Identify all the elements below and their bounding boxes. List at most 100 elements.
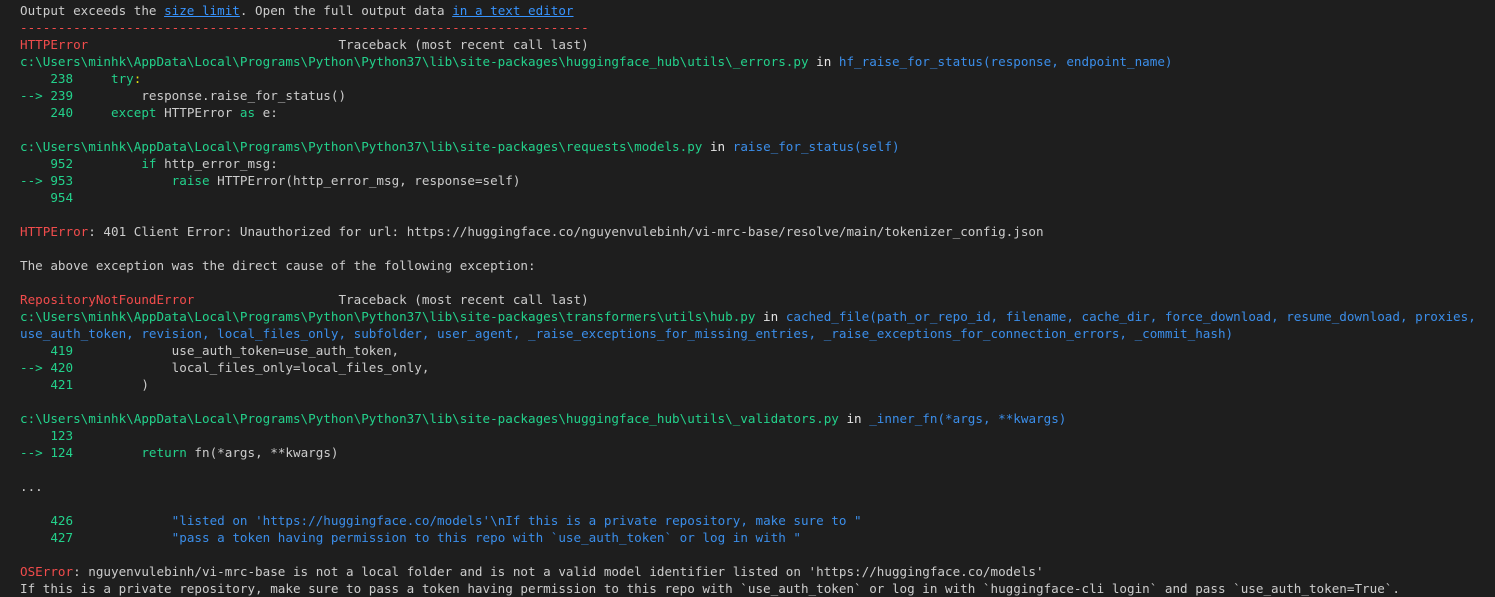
file-path: c:\Users\minhk\AppData\Local\Programs\Py… <box>20 139 703 154</box>
function-signature-continued: use_auth_token, revision, local_files_on… <box>20 326 1234 341</box>
code-line: 421 ) <box>20 376 1495 393</box>
code <box>73 71 111 86</box>
arrow <box>20 513 50 528</box>
line-number: 419 <box>50 343 74 358</box>
code-line-current: --> 420 local_files_only=local_files_onl… <box>20 359 1495 376</box>
code <box>73 445 141 460</box>
code: http_error_msg: <box>156 156 278 171</box>
size-limit-link[interactable]: size limit <box>164 3 240 18</box>
frame-location: c:\Users\minhk\AppData\Local\Programs\Py… <box>20 410 1495 427</box>
code: e: <box>255 105 278 120</box>
keyword: except <box>111 105 157 120</box>
code-line: 123 <box>20 427 1495 444</box>
code-line-current: --> 124 return fn(*args, **kwargs) <box>20 444 1495 461</box>
arrow <box>20 530 50 545</box>
line-number: 240 <box>50 105 74 120</box>
code: use_auth_token=use_auth_token, <box>73 343 400 358</box>
arrow <box>20 156 50 171</box>
arrow: --> <box>20 173 51 188</box>
error-name: RepositoryNotFoundError <box>20 292 195 307</box>
code <box>73 105 111 120</box>
line-number: 427 <box>50 530 74 545</box>
code-line: 427 "pass a token having permission to t… <box>20 529 1495 546</box>
open-in-editor-link[interactable]: in a text editor <box>452 3 573 18</box>
line-number: 123 <box>50 428 74 443</box>
code-line-current: --> 239 response.raise_for_status() <box>20 87 1495 104</box>
frame-location: c:\Users\minhk\AppData\Local\Programs\Py… <box>20 138 1495 155</box>
arrow <box>20 71 50 86</box>
traceback-header: RepositoryNotFoundError Traceback (most … <box>20 291 1495 308</box>
file-path: c:\Users\minhk\AppData\Local\Programs\Py… <box>20 411 839 426</box>
string-literal: "pass a token having permission to this … <box>73 530 801 545</box>
exception-message: OSError: nguyenvulebinh/vi-mrc-base is n… <box>20 563 1495 580</box>
function-signature: _inner_fn(*args, **kwargs) <box>869 411 1067 426</box>
code-line: 426 "listed on 'https://huggingface.co/m… <box>20 512 1495 529</box>
keyword: try <box>111 71 134 86</box>
in-text: in <box>702 139 733 154</box>
ellipsis: ... <box>20 479 43 494</box>
arrow <box>20 190 50 205</box>
line-number: 426 <box>50 513 74 528</box>
traceback-header: HTTPError Traceback (most recent call la… <box>20 36 1495 53</box>
exception-text: : nguyenvulebinh/vi-mrc-base is not a lo… <box>73 564 1044 579</box>
file-path: c:\Users\minhk\AppData\Local\Programs\Py… <box>20 54 809 69</box>
code: HTTPError <box>156 105 240 120</box>
exception-text: : 401 Client Error: Unauthorized for url… <box>88 224 1044 239</box>
in-text: in <box>755 309 786 324</box>
output-header: Output exceeds the size limit. Open the … <box>20 2 1495 19</box>
code-line-current: --> 953 raise HTTPError(http_error_msg, … <box>20 172 1495 189</box>
code-line: 954 <box>20 189 1495 206</box>
line-number: 239 <box>50 88 74 103</box>
in-text: in <box>808 54 839 69</box>
frame-location: c:\Users\minhk\AppData\Local\Programs\Py… <box>20 308 1495 325</box>
traceback-label: Traceback (most recent call last) <box>88 37 589 52</box>
exception-name: OSError <box>20 564 74 579</box>
string-literal: "listed on 'https://huggingface.co/model… <box>73 513 862 528</box>
file-path: c:\Users\minhk\AppData\Local\Programs\Py… <box>20 309 756 324</box>
line-number: 954 <box>50 190 74 205</box>
exception-message-continued: If this is a private repository, make su… <box>20 581 1400 596</box>
code: HTTPError(http_error_msg, response=self) <box>209 173 521 188</box>
traceback-separator: ----------------------------------------… <box>20 20 589 35</box>
function-signature: cached_file(path_or_repo_id, filename, c… <box>785 309 1476 324</box>
arrow <box>20 105 50 120</box>
line-number: 952 <box>50 156 74 171</box>
function-signature: raise_for_status(self) <box>732 139 900 154</box>
notebook-output: Output exceeds the size limit. Open the … <box>20 2 1495 597</box>
line-number: 421 <box>50 377 74 392</box>
code <box>73 173 172 188</box>
line-number: 124 <box>50 445 74 460</box>
code: : <box>133 71 142 86</box>
in-text: in <box>838 411 870 426</box>
frame-location: c:\Users\minhk\AppData\Local\Programs\Py… <box>20 53 1495 70</box>
function-signature: hf_raise_for_status(response, endpoint_n… <box>838 54 1173 69</box>
exception-name: HTTPError <box>20 224 89 239</box>
code-line: 240 except HTTPError as e: <box>20 104 1495 121</box>
code: response.raise_for_status() <box>73 88 347 103</box>
code: local_files_only=local_files_only, <box>73 360 430 375</box>
code: ) <box>73 377 149 392</box>
keyword: as <box>239 105 256 120</box>
keyword: return <box>141 445 187 460</box>
code-line: 952 if http_error_msg: <box>20 155 1495 172</box>
arrow <box>20 377 50 392</box>
code-line: 238 try: <box>20 70 1495 87</box>
arrow <box>20 428 50 443</box>
arrow <box>20 343 50 358</box>
header-text-middle: . Open the full output data <box>239 3 453 18</box>
arrow: --> <box>20 445 51 460</box>
arrow: --> <box>20 88 51 103</box>
line-number: 953 <box>50 173 74 188</box>
header-text: Output exceeds the <box>20 3 165 18</box>
cause-text: The above exception was the direct cause… <box>20 258 536 273</box>
code-line: 419 use_auth_token=use_auth_token, <box>20 342 1495 359</box>
keyword: if <box>141 156 157 171</box>
code <box>73 156 141 171</box>
line-number: 420 <box>50 360 74 375</box>
exception-message: HTTPError: 401 Client Error: Unauthorize… <box>20 223 1495 240</box>
error-name: HTTPError <box>20 37 89 52</box>
code: fn(*args, **kwargs) <box>186 445 339 460</box>
traceback-label: Traceback (most recent call last) <box>194 292 589 307</box>
keyword: raise <box>171 173 210 188</box>
arrow: --> <box>20 360 51 375</box>
